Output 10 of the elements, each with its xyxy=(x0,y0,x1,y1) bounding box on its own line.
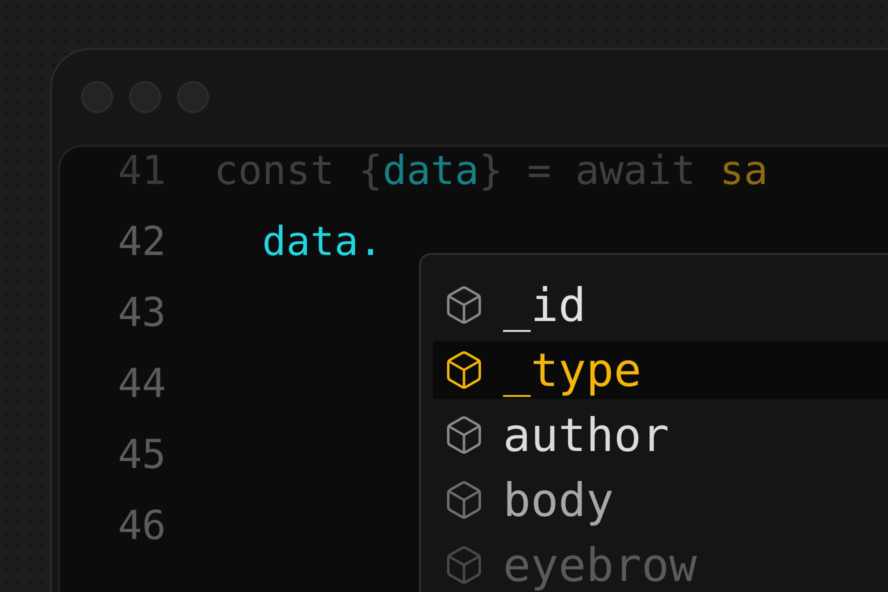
line-number: 46 xyxy=(116,502,166,550)
suggestion-item[interactable]: body xyxy=(433,471,888,529)
suggestion-item[interactable]: author xyxy=(433,406,888,464)
suggestion-item[interactable]: _type xyxy=(433,341,888,399)
suggestion-item[interactable]: _id xyxy=(433,276,888,334)
line-number: 43 xyxy=(116,288,166,336)
line-number: 42 xyxy=(116,218,166,266)
line-number: 45 xyxy=(116,430,166,478)
code-line: data. xyxy=(261,218,383,266)
line-number: 44 xyxy=(116,360,166,408)
